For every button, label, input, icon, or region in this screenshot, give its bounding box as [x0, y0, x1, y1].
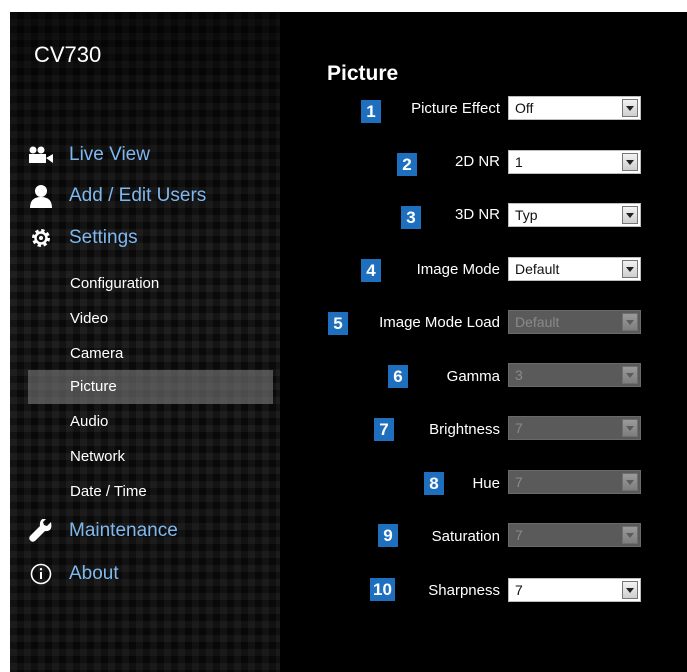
chevron-down-icon: [622, 526, 638, 544]
saturation-select: 7: [508, 523, 641, 547]
chevron-down-icon[interactable]: [622, 99, 638, 117]
gear-icon: [28, 226, 54, 250]
page-title: Picture: [327, 62, 399, 85]
image-mode-value: Default: [515, 261, 560, 277]
wrench-icon: [28, 519, 54, 543]
image-mode-load-select: Default: [508, 310, 641, 334]
field-number-badge: 9: [378, 524, 398, 547]
field-number-badge: 3: [401, 206, 421, 229]
brightness-value: 7: [515, 420, 523, 436]
nav-settings[interactable]: Settings: [28, 226, 138, 250]
saturation-value: 7: [515, 527, 523, 543]
field-number-badge: 6: [388, 365, 408, 388]
user-icon: [28, 184, 54, 208]
saturation-label: Saturation: [431, 528, 500, 545]
sidebar-item-date-time[interactable]: Date / Time: [28, 475, 273, 509]
2d-nr-label: 2D NR: [454, 153, 500, 170]
picture-effect-value: Off: [515, 100, 534, 116]
brightness-label: Brightness: [429, 421, 500, 438]
sidebar-item-network[interactable]: Network: [28, 440, 273, 474]
nav-live-view-label: Live View: [69, 144, 150, 165]
hue-select: 7: [508, 470, 641, 494]
picture-effect-label: Picture Effect: [411, 100, 500, 117]
field-number-badge: 10: [370, 578, 395, 601]
nav-settings-label: Settings: [69, 227, 138, 248]
picture-effect-select[interactable]: Off: [508, 96, 641, 120]
hue-value: 7: [515, 474, 523, 490]
sidebar-item-video[interactable]: Video: [28, 302, 273, 336]
nav-maintenance-label: Maintenance: [69, 520, 178, 541]
sharpness-select[interactable]: 7: [508, 578, 641, 602]
app-panel: CV730 Live View Add / Edit Users Setting…: [10, 12, 687, 672]
hue-label: Hue: [472, 475, 500, 492]
nav-add-edit-users-label: Add / Edit Users: [69, 185, 207, 206]
brightness-select: 7: [508, 416, 641, 440]
nav-maintenance[interactable]: Maintenance: [28, 519, 178, 543]
field-number-badge: 8: [424, 472, 444, 495]
gamma-select: 3: [508, 363, 641, 387]
sidebar-item-audio[interactable]: Audio: [28, 405, 273, 439]
3d-nr-select[interactable]: Typ: [508, 203, 641, 227]
image-mode-select[interactable]: Default: [508, 257, 641, 281]
sidebar-item-picture[interactable]: Picture: [28, 370, 273, 404]
3d-nr-label: 3D NR: [454, 206, 500, 223]
chevron-down-icon: [622, 366, 638, 384]
sharpness-value: 7: [515, 582, 523, 598]
image-mode-load-value: Default: [515, 314, 560, 330]
nav-add-edit-users[interactable]: Add / Edit Users: [28, 184, 206, 208]
chevron-down-icon[interactable]: [622, 206, 638, 224]
sidebar-item-camera[interactable]: Camera: [28, 337, 273, 371]
2d-nr-select[interactable]: 1: [508, 150, 641, 174]
field-number-badge: 5: [328, 312, 348, 335]
gamma-label: Gamma: [446, 368, 500, 385]
chevron-down-icon[interactable]: [622, 153, 638, 171]
field-number-badge: 2: [397, 153, 417, 176]
app-title: CV730: [34, 42, 102, 67]
sharpness-label: Sharpness: [428, 582, 500, 599]
field-number-badge: 4: [361, 259, 381, 282]
chevron-down-icon[interactable]: [622, 581, 638, 599]
chevron-down-icon: [622, 313, 638, 331]
sidebar-item-configuration[interactable]: Configuration: [28, 267, 273, 301]
image-mode-load-label: Image Mode Load: [379, 314, 500, 331]
chevron-down-icon[interactable]: [622, 260, 638, 278]
2d-nr-value: 1: [515, 154, 523, 170]
nav-live-view[interactable]: Live View: [28, 143, 150, 167]
info-icon: [28, 562, 54, 586]
3d-nr-value: Typ: [515, 207, 538, 223]
chevron-down-icon: [622, 473, 638, 491]
field-number-badge: 1: [361, 100, 381, 123]
video-camera-icon: [28, 143, 54, 167]
nav-about[interactable]: About: [28, 562, 119, 586]
image-mode-label: Image Mode: [416, 261, 500, 278]
gamma-value: 3: [515, 367, 523, 383]
chevron-down-icon: [622, 419, 638, 437]
nav-about-label: About: [69, 563, 119, 584]
field-number-badge: 7: [374, 418, 394, 441]
